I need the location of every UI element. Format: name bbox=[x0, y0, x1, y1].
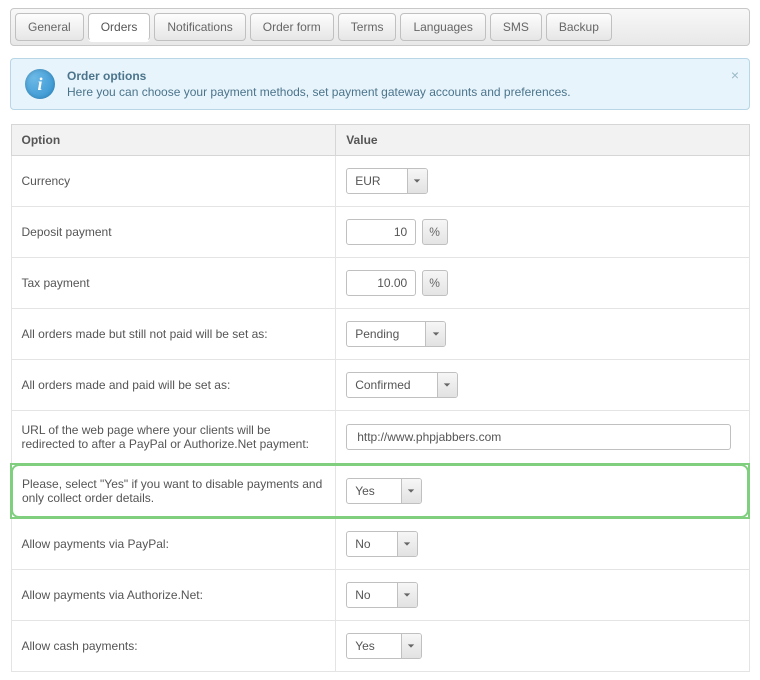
deposit-input[interactable] bbox=[346, 219, 416, 245]
chevron-down-icon bbox=[401, 634, 421, 658]
tab-notifications[interactable]: Notifications bbox=[154, 13, 245, 41]
tab-languages[interactable]: Languages bbox=[400, 13, 485, 41]
label-authorize: Allow payments via Authorize.Net: bbox=[11, 570, 336, 621]
label-redirect-url: URL of the web page where your clients w… bbox=[11, 411, 336, 465]
chevron-down-icon bbox=[407, 169, 427, 193]
info-title: Order options bbox=[67, 69, 719, 83]
info-banner: i Order options Here you can choose your… bbox=[10, 58, 750, 110]
currency-select[interactable]: EUR bbox=[346, 168, 427, 194]
row-unpaid-status: All orders made but still not paid will … bbox=[11, 309, 749, 360]
tab-order-form[interactable]: Order form bbox=[250, 13, 334, 41]
options-table: Option Value Currency EUR Deposit paymen… bbox=[10, 124, 750, 672]
col-option: Option bbox=[11, 125, 336, 156]
close-icon[interactable]: × bbox=[731, 67, 739, 83]
label-deposit: Deposit payment bbox=[11, 207, 336, 258]
row-authorize: Allow payments via Authorize.Net: No bbox=[11, 570, 749, 621]
row-currency: Currency EUR bbox=[11, 156, 749, 207]
tab-orders[interactable]: Orders bbox=[88, 13, 151, 41]
chevron-down-icon bbox=[425, 322, 445, 346]
chevron-down-icon bbox=[437, 373, 457, 397]
authorize-select[interactable]: No bbox=[346, 582, 417, 608]
chevron-down-icon bbox=[397, 583, 417, 607]
row-paid-status: All orders made and paid will be set as:… bbox=[11, 360, 749, 411]
label-currency: Currency bbox=[11, 156, 336, 207]
tab-terms[interactable]: Terms bbox=[338, 13, 397, 41]
disable-payments-select[interactable]: Yes bbox=[346, 478, 422, 504]
unpaid-status-select[interactable]: Pending bbox=[346, 321, 446, 347]
info-icon: i bbox=[25, 69, 55, 99]
percent-unit: % bbox=[422, 219, 448, 245]
row-deposit: Deposit payment % bbox=[11, 207, 749, 258]
chevron-down-icon bbox=[401, 479, 421, 503]
row-paypal: Allow payments via PayPal: No bbox=[11, 518, 749, 570]
row-tax: Tax payment % bbox=[11, 258, 749, 309]
label-disable-payments: Please, select "Yes" if you want to disa… bbox=[11, 464, 336, 518]
percent-unit: % bbox=[422, 270, 448, 296]
tab-backup[interactable]: Backup bbox=[546, 13, 612, 41]
paypal-select[interactable]: No bbox=[346, 531, 417, 557]
chevron-down-icon bbox=[397, 532, 417, 556]
tax-input[interactable] bbox=[346, 270, 416, 296]
label-unpaid-status: All orders made but still not paid will … bbox=[11, 309, 336, 360]
row-disable-payments: Please, select "Yes" if you want to disa… bbox=[11, 464, 749, 518]
label-paid-status: All orders made and paid will be set as: bbox=[11, 360, 336, 411]
paid-status-select[interactable]: Confirmed bbox=[346, 372, 457, 398]
info-desc: Here you can choose your payment methods… bbox=[67, 85, 719, 99]
redirect-url-input[interactable] bbox=[346, 424, 730, 450]
label-paypal: Allow payments via PayPal: bbox=[11, 518, 336, 570]
tab-sms[interactable]: SMS bbox=[490, 13, 542, 41]
row-redirect-url: URL of the web page where your clients w… bbox=[11, 411, 749, 465]
row-cash: Allow cash payments: Yes bbox=[11, 621, 749, 672]
label-tax: Tax payment bbox=[11, 258, 336, 309]
tab-general[interactable]: General bbox=[15, 13, 84, 41]
tab-bar: General Orders Notifications Order form … bbox=[10, 8, 750, 46]
col-value: Value bbox=[336, 125, 749, 156]
cash-select[interactable]: Yes bbox=[346, 633, 422, 659]
label-cash: Allow cash payments: bbox=[11, 621, 336, 672]
